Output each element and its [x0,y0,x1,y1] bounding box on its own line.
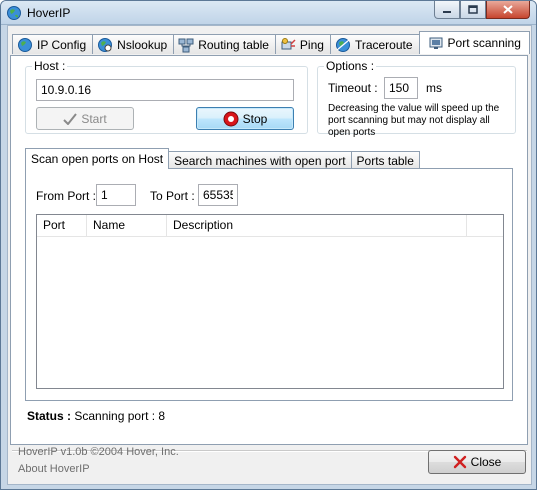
main-tabs: IP Config Nslookup Routing table Ping Tr… [12,31,530,54]
close-x-icon [453,455,466,469]
scan-open-ports-panel: From Port : To Port : Port Name Descript… [25,168,513,401]
network-icon [178,38,194,52]
start-button-label: Start [81,111,107,126]
host-group: Host : Start Stop [25,59,308,134]
version-text: HoverIP v1.0b ©2004 Hover, Inc. [18,446,179,458]
tab-label: IP Config [37,37,87,52]
tab-ports-table[interactable]: Ports table [350,151,420,169]
column-header-name[interactable]: Name [87,215,167,237]
tab-label: Ping [299,37,324,52]
host-input[interactable] [36,79,294,101]
client-area: IP Config Nslookup Routing table Ping Tr… [7,25,532,485]
globe-icon [335,37,350,52]
status-bar: Status : Scanning port : 8 [27,409,165,423]
timeout-label: Timeout : [328,81,378,95]
globe-icon [98,37,113,52]
title-bar[interactable]: HoverIP [1,1,536,25]
tab-scan-open-ports[interactable]: Scan open ports on Host [25,148,170,169]
scan-mode-tabs: Scan open ports on Host Search machines … [25,147,420,169]
window-title: HoverIP [27,6,71,20]
checkmark-icon [63,112,78,125]
maximize-button[interactable] [460,1,486,19]
tab-routing-table[interactable]: Routing table [173,34,276,54]
close-icon [503,5,513,14]
column-header-description[interactable]: Description [167,215,467,237]
column-header-filler [467,215,503,237]
port-scanning-panel: Host : Start Stop Options : Timeout : ms… [10,55,528,445]
minimize-button[interactable] [434,1,460,19]
from-port-input[interactable] [96,184,136,206]
tab-nslookup[interactable]: Nslookup [92,34,175,54]
close-button-label: Close [470,455,502,469]
start-button[interactable]: Start [36,107,134,130]
stop-button[interactable]: Stop [196,107,294,130]
port-icon [429,37,443,49]
tab-label: Traceroute [354,37,413,52]
options-group-label: Options : [324,59,377,73]
host-group-label: Host : [32,59,68,73]
to-port-label: To Port : [150,189,195,203]
status-label: Status : [27,409,72,423]
about-link[interactable]: About HoverIP [18,463,90,475]
close-button[interactable]: Close [428,450,526,474]
timeout-unit: ms [426,81,442,95]
tab-label: Nslookup [117,37,168,52]
ping-icon [281,37,296,49]
window-controls [434,1,530,19]
tab-traceroute[interactable]: Traceroute [329,34,420,54]
tab-label: Routing table [198,37,269,52]
tab-port-scanning[interactable]: Port scanning [418,31,530,54]
stop-icon [223,111,239,126]
from-port-label: From Port : [36,189,97,203]
globe-icon [7,6,21,20]
to-port-input[interactable] [198,184,238,206]
tab-label: Port scanning [447,36,521,50]
minimize-icon [443,10,451,13]
status-text: Scanning port : 8 [74,409,166,423]
tab-ip-config[interactable]: IP Config [12,34,94,54]
close-window-button[interactable] [486,1,530,19]
list-header: Port Name Description [37,215,503,237]
app-window: HoverIP IP Config Nslookup Routing table… [0,0,537,490]
timeout-input[interactable] [384,77,418,99]
column-header-port[interactable]: Port [37,215,87,237]
timeout-note: Decreasing the value will speed up the p… [328,103,500,138]
tab-search-machines[interactable]: Search machines with open port [168,151,352,169]
globe-icon [18,37,32,52]
tab-ping[interactable]: Ping [274,34,331,54]
stop-button-label: Stop [242,111,268,126]
options-group: Options : Timeout : ms Decreasing the va… [317,59,516,138]
maximize-icon [468,5,478,14]
open-ports-list[interactable]: Port Name Description [36,214,504,389]
